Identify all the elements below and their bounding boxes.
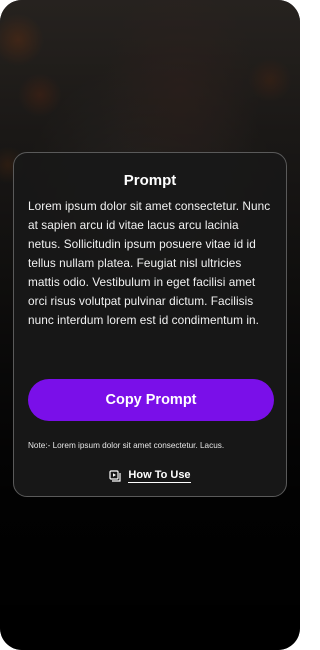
how-to-use-label: How To Use — [128, 469, 191, 483]
app-screen: Prompt Lorem ipsum dolor sit amet consec… — [0, 0, 300, 650]
how-to-use-link[interactable]: How To Use — [28, 469, 272, 483]
copy-prompt-button[interactable]: Copy Prompt — [28, 379, 274, 421]
prompt-text: Lorem ipsum dolor sit amet consectetur. … — [28, 199, 271, 327]
prompt-title: Prompt — [123, 172, 177, 189]
note-text: Note:- Lorem ipsum dolor sit amet consec… — [28, 441, 225, 450]
video-play-icon — [109, 470, 122, 482]
prompt-card: Prompt Lorem ipsum dolor sit amet consec… — [13, 152, 287, 497]
